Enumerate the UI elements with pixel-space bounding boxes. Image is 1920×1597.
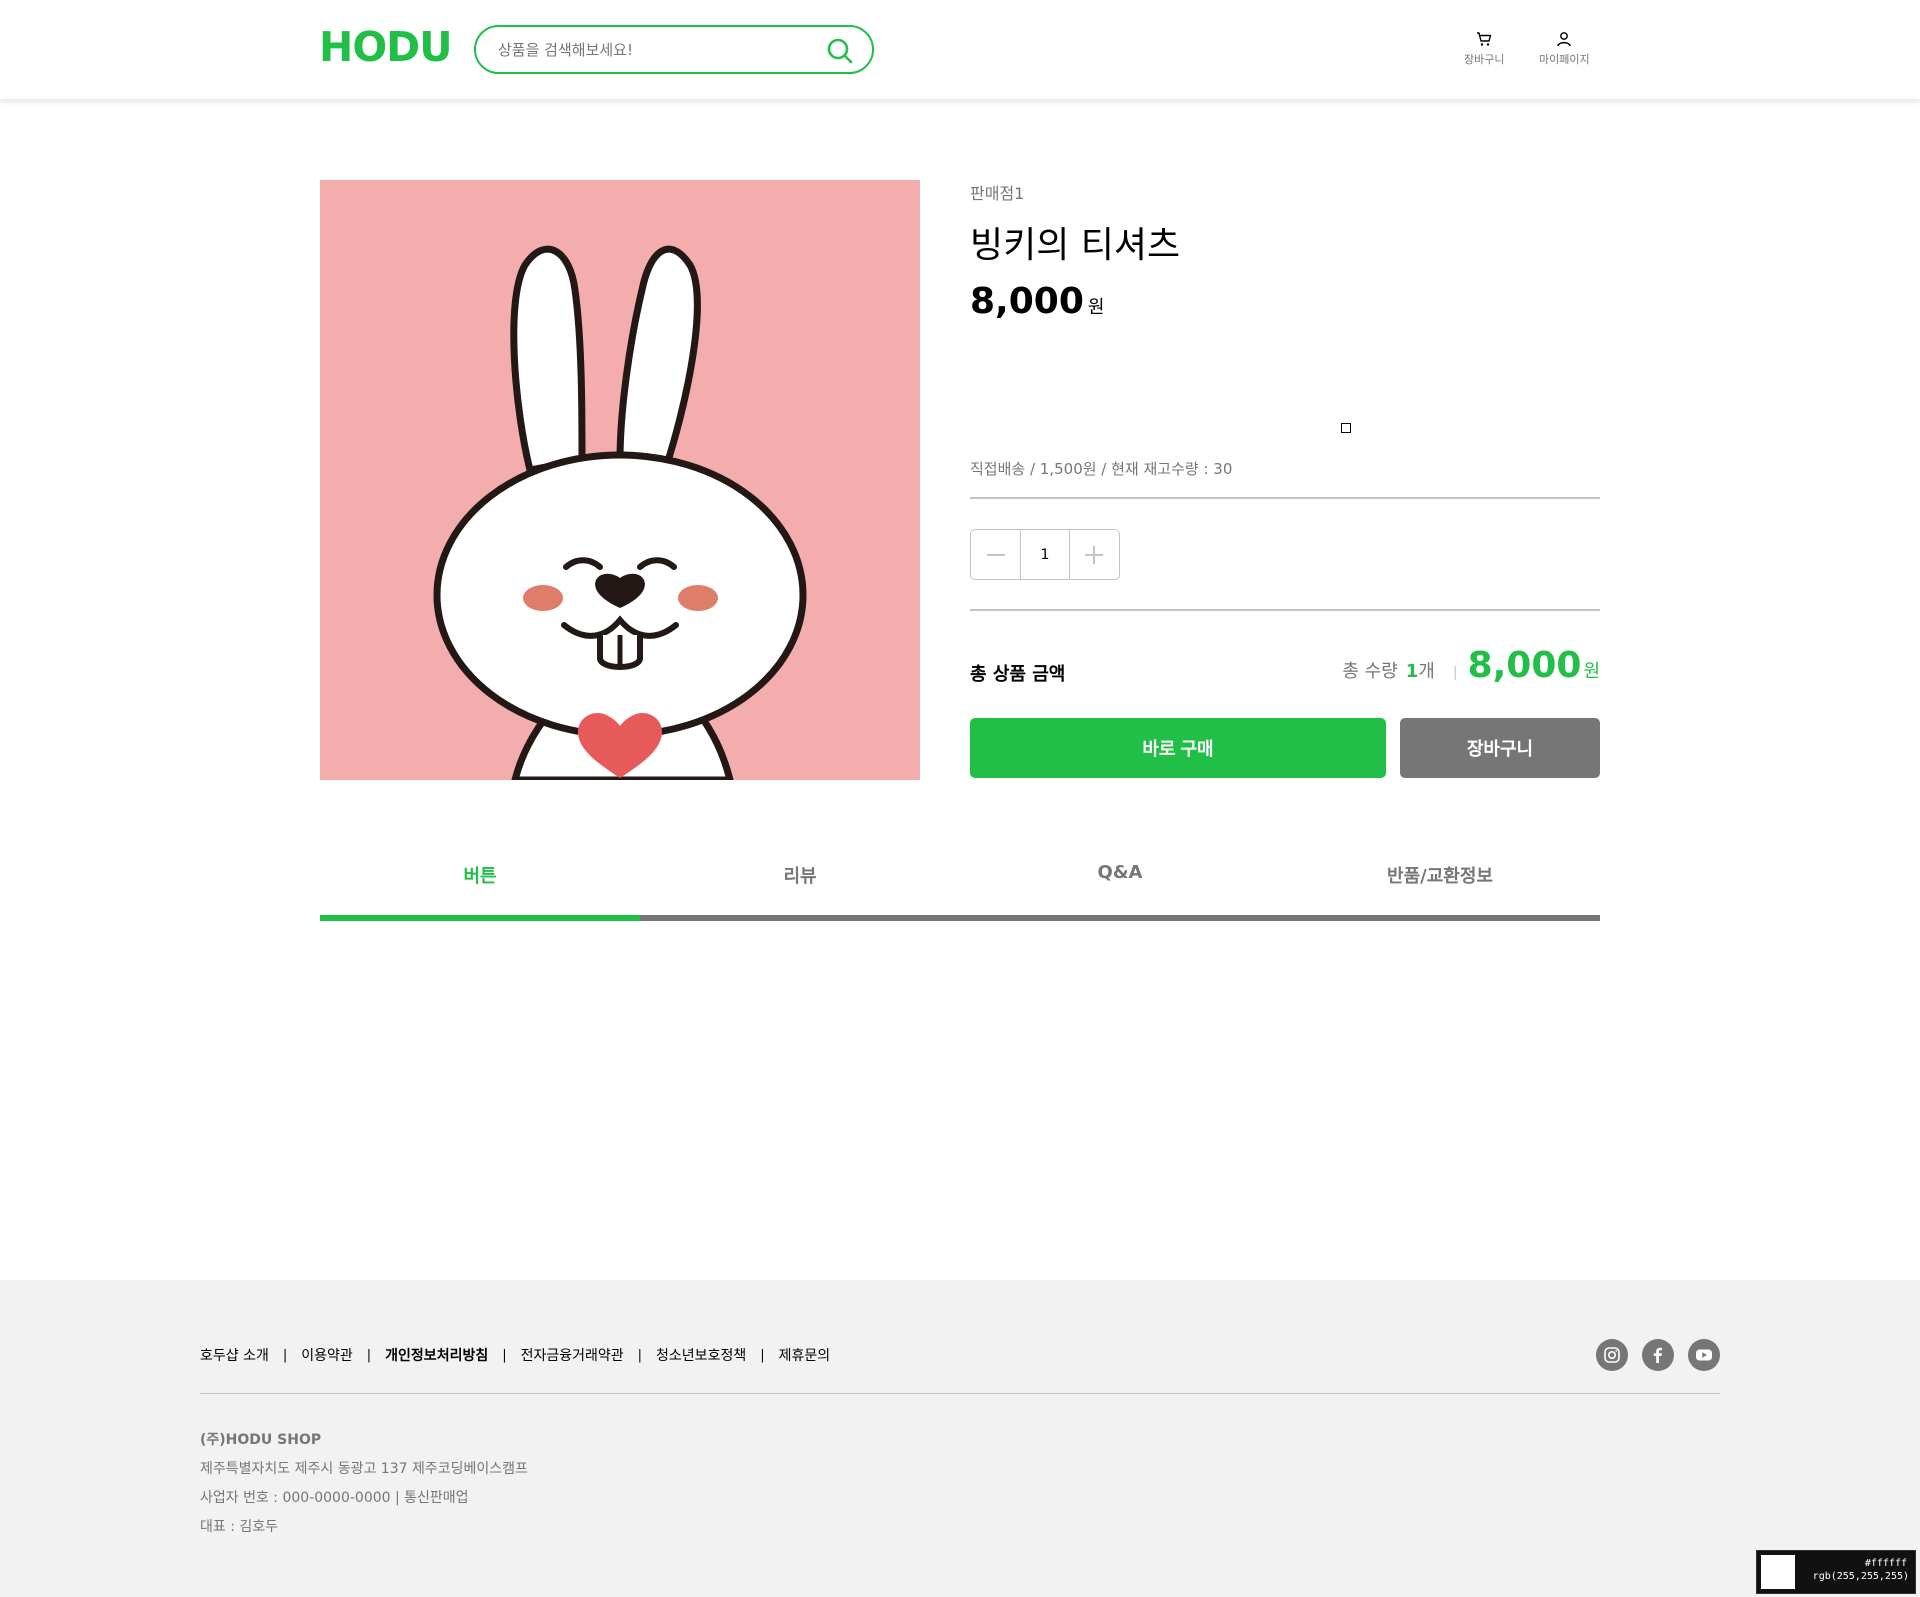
youtube-button[interactable] [1688,1339,1720,1371]
color-rgb: rgb(255,255,255) [1812,1571,1909,1582]
tab-return-exchange[interactable]: 반품/교환정보 [1280,840,1600,921]
plus-icon [1085,545,1104,564]
hodu-logo[interactable]: HODU [319,27,452,68]
footer-link-terms[interactable]: 이용약관 [301,1345,353,1365]
divider-top [970,497,1600,499]
site-footer: 호두샵 소개 | 이용약관 | 개인정보처리방침 | 전자금융거래약관 | 청소… [0,1280,1920,1597]
total-price-unit: 원 [1583,661,1600,682]
bunny-illustration [433,245,807,780]
footer-link-youth-policy[interactable]: 청소년보호정책 [656,1345,746,1365]
search-bar [474,25,874,74]
facebook-icon [1653,1347,1662,1363]
nav-cart[interactable]: 장바구니 [1464,31,1504,67]
tab-review[interactable]: 리뷰 [640,840,960,921]
minus-icon [986,553,1005,556]
footer-link-e-finance[interactable]: 전자금융거래약관 [521,1345,624,1365]
total-quantity-unit: 개 [1418,661,1435,682]
search-icon [827,38,853,64]
social-links [1596,1339,1720,1371]
search-button[interactable] [826,37,854,65]
nav-mypage-label: 마이페이지 [1539,53,1590,66]
total-quantity-label: 총 수량 [1342,661,1398,682]
product-tabs: 버튼 리뷰 Q&A 반품/교환정보 [320,840,1600,921]
footer-divider: | [637,1347,643,1363]
site-header: HODU 장바구니 마이페이지 [0,0,1920,100]
buy-now-button[interactable]: 바로 구매 [970,718,1386,778]
nav-mypage[interactable]: 마이페이지 [1539,31,1590,67]
total-separator: | [1452,665,1458,681]
color-hex: #ffffff [1864,1558,1907,1569]
company-address: 제주특별자치도 제주시 동광고 137 제주코딩베이스캠프 [200,1461,528,1477]
user-icon [1557,32,1571,47]
footer-divider-line [200,1393,1720,1394]
facebook-button[interactable] [1642,1339,1674,1371]
color-picker-widget: #ffffff rgb(255,255,255) [1756,1550,1916,1594]
product-title: 빙키의 티셔츠 [970,225,1181,266]
footer-link-partnership[interactable]: 제휴문의 [779,1345,831,1365]
total-summary: 총 수량 1 개 | 8,000 원 [1342,645,1600,686]
quantity-stepper: 1 [970,529,1120,580]
youtube-icon [1696,1349,1712,1361]
product-image [320,180,920,780]
small-square-marker [1341,423,1351,433]
tab-button[interactable]: 버튼 [320,840,640,921]
instagram-icon [1604,1347,1620,1363]
nav-cart-label: 장바구니 [1464,53,1505,66]
search-input[interactable] [498,39,818,61]
footer-divider: | [282,1347,288,1363]
quantity-value[interactable]: 1 [1020,530,1070,579]
instagram-button[interactable] [1596,1339,1628,1371]
tab-qna[interactable]: Q&A [960,840,1280,921]
footer-link-privacy[interactable]: 개인정보처리방침 [385,1345,488,1365]
quantity-increase-button[interactable] [1070,530,1119,579]
product-price: 8,000 원 [970,281,1104,322]
logo-text[interactable]: HODU [319,27,452,68]
footer-divider: | [760,1347,765,1363]
company-name: (주)HODU SHOP [200,1432,322,1448]
business-number: 사업자 번호 : 000-0000-0000 | 통신판매업 [200,1490,469,1506]
company-info: (주)HODU SHOP 제주특별자치도 제주시 동광고 137 제주코딩베이스… [200,1426,528,1542]
cart-icon [1477,32,1492,46]
total-price-label: 총 상품 금액 [970,664,1066,685]
footer-divider: | [366,1347,372,1363]
total-price-value: 8,000 [1467,645,1582,686]
footer-link-about[interactable]: 호두샵 소개 [200,1345,269,1365]
shipping-info: 직접배송 / 1,500원 / 현재 재고수량 : 30 [970,460,1233,478]
quantity-decrease-button[interactable] [971,530,1020,579]
footer-divider: | [502,1347,507,1363]
color-swatch [1761,1555,1795,1589]
divider-bottom [970,609,1600,611]
product-detail-page: HODU 장바구니 마이페이지 [0,0,1920,1597]
add-to-cart-button[interactable]: 장바구니 [1400,718,1600,778]
price-value: 8,000 [970,281,1084,322]
total-quantity-value: 1 [1405,661,1419,682]
price-unit: 원 [1087,297,1105,318]
seller-name: 판매점1 [970,184,1025,203]
footer-links: 호두샵 소개 | 이용약관 | 개인정보처리방침 | 전자금융거래약관 | 청소… [200,1345,830,1365]
ceo-name: 대표 : 김호두 [200,1519,279,1535]
